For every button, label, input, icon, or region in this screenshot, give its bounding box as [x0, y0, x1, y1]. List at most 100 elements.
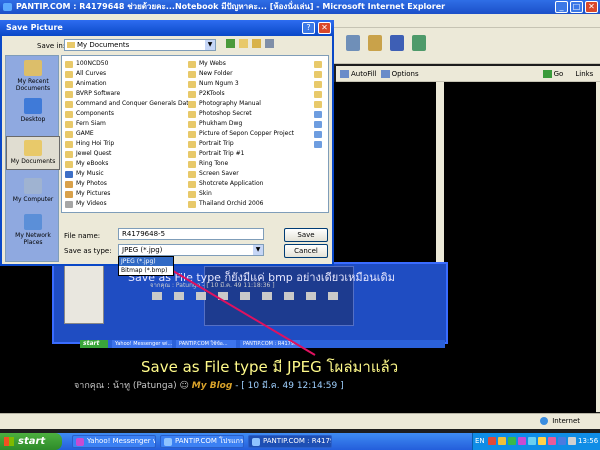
- chevron-down-icon[interactable]: ▼: [253, 245, 263, 255]
- list-item[interactable]: [314, 89, 325, 99]
- autofill-icon: [340, 69, 349, 78]
- list-item[interactable]: My Webs: [188, 59, 294, 69]
- autofill-label: AutoFill: [351, 69, 377, 78]
- file-name-input[interactable]: R4179648-5: [118, 228, 264, 240]
- list-item[interactable]: Phukham Dwg: [188, 119, 294, 129]
- embedded-icon: [306, 292, 316, 300]
- save-in-label: Save in:: [37, 42, 66, 50]
- folder-icon: [188, 180, 196, 188]
- tray-icon[interactable]: [508, 437, 516, 445]
- help-button[interactable]: ?: [302, 22, 315, 34]
- place-my-computer[interactable]: My Computer: [6, 178, 60, 203]
- tray-icon[interactable]: [488, 437, 496, 445]
- maximize-button[interactable]: □: [570, 1, 583, 13]
- tray-icon[interactable]: [548, 437, 556, 445]
- list-item[interactable]: Fern Siam: [65, 119, 192, 129]
- list-item[interactable]: Portrait Trip: [188, 139, 294, 149]
- cancel-button[interactable]: Cancel: [284, 244, 328, 258]
- place-recent-documents[interactable]: My Recent Documents: [6, 60, 60, 92]
- minimize-button[interactable]: _: [555, 1, 568, 13]
- tray-icon[interactable]: [558, 437, 566, 445]
- save-button[interactable]: Save: [284, 228, 328, 242]
- list-item[interactable]: Thailand Orchid 2006: [188, 199, 294, 209]
- type-option-bitmap[interactable]: Bitmap (*.bmp): [119, 266, 173, 275]
- list-item[interactable]: [314, 119, 325, 129]
- list-item[interactable]: [314, 139, 325, 149]
- taskbar-button[interactable]: Yahoo! Messenger wi...: [72, 435, 156, 448]
- autofill-button[interactable]: AutoFill: [340, 69, 377, 78]
- list-item[interactable]: My eBooks: [65, 159, 192, 169]
- tray-icon[interactable]: [498, 437, 506, 445]
- list-item[interactable]: [314, 129, 325, 139]
- type-option-jpeg[interactable]: JPEG (*.jpg): [119, 257, 173, 266]
- folder-icon: [65, 140, 73, 148]
- folder-icon: [188, 150, 196, 158]
- bluetooth-icon[interactable]: [390, 35, 404, 51]
- save-as-type-select[interactable]: JPEG (*.jpg) ▼: [118, 244, 264, 256]
- place-desktop[interactable]: Desktop: [6, 98, 60, 123]
- tray-icon[interactable]: [528, 437, 536, 445]
- go-button[interactable]: Go: [542, 69, 564, 78]
- list-item[interactable]: [314, 99, 325, 109]
- list-item[interactable]: New Folder: [188, 69, 294, 79]
- tray-icon[interactable]: [538, 437, 546, 445]
- go-label: Go: [553, 69, 564, 78]
- tray-icon[interactable]: [518, 437, 526, 445]
- language-indicator[interactable]: EN: [475, 437, 485, 445]
- messenger-icon[interactable]: [412, 35, 426, 51]
- volume-icon[interactable]: [568, 437, 576, 445]
- pict-folder-icon: [65, 190, 73, 198]
- list-item[interactable]: Portrait Trip #1: [188, 149, 294, 159]
- save-in-select[interactable]: My Documents ▼: [64, 39, 216, 51]
- up-folder-icon[interactable]: [239, 39, 248, 48]
- list-item[interactable]: [314, 79, 325, 89]
- list-item[interactable]: Animation: [65, 79, 192, 89]
- list-item[interactable]: My Photos: [65, 179, 192, 189]
- folder-icon: [188, 80, 196, 88]
- chevron-down-icon[interactable]: ▼: [205, 40, 215, 50]
- links-button[interactable]: Links: [575, 70, 593, 78]
- edit-icon[interactable]: [368, 35, 382, 51]
- close-button[interactable]: ✕: [585, 1, 598, 13]
- list-item[interactable]: Jewel Quest: [65, 149, 192, 159]
- list-item[interactable]: Screen Saver: [188, 169, 294, 179]
- list-item[interactable]: Hing Hoi Trip: [65, 139, 192, 149]
- list-item[interactable]: P2KTools: [188, 89, 294, 99]
- list-item[interactable]: Components: [65, 109, 192, 119]
- list-item[interactable]: 100NCD50: [65, 59, 192, 69]
- list-item[interactable]: GAME: [65, 129, 192, 139]
- list-item[interactable]: Photoshop Secret: [188, 109, 294, 119]
- list-item[interactable]: [314, 109, 325, 119]
- place-network-places[interactable]: My Network Places: [6, 214, 60, 246]
- dialog-close-button[interactable]: ✕: [318, 22, 331, 34]
- list-item[interactable]: Photography Manual: [188, 99, 294, 109]
- list-item[interactable]: All Curves: [65, 69, 192, 79]
- blog-link[interactable]: My Blog: [192, 381, 233, 391]
- list-item[interactable]: Picture of Sepon Copper Project: [188, 129, 294, 139]
- options-button[interactable]: Options: [380, 69, 419, 78]
- start-button[interactable]: start: [0, 433, 62, 450]
- list-item-label: GAME: [76, 130, 94, 137]
- list-item[interactable]: [314, 69, 325, 79]
- list-item[interactable]: Command and Conquer Generals Data: [65, 99, 192, 109]
- views-menu-icon[interactable]: [265, 39, 274, 48]
- list-item[interactable]: BVRP Software: [65, 89, 192, 99]
- list-item[interactable]: Shotcrete Application: [188, 179, 294, 189]
- new-folder-icon[interactable]: [252, 39, 261, 48]
- embedded-icon-row: [152, 292, 338, 300]
- list-item[interactable]: Num Ngum 3: [188, 79, 294, 89]
- file-list[interactable]: 100NCD50 All Curves Animation BVRP Software…: [61, 55, 329, 213]
- place-my-documents[interactable]: My Documents: [6, 136, 60, 170]
- list-item[interactable]: Ring Tone: [188, 159, 294, 169]
- print-icon[interactable]: [346, 35, 360, 51]
- list-item[interactable]: Skin: [188, 189, 294, 199]
- ie-icon: [3, 3, 12, 11]
- taskbar-button[interactable]: PANTIP.COM โปรแกรม...: [160, 435, 244, 448]
- taskbar-button-active[interactable]: PANTIP.COM : R4179...: [248, 435, 332, 448]
- folder-icon: [188, 190, 196, 198]
- list-item[interactable]: [314, 59, 325, 69]
- list-item[interactable]: My Videos: [65, 199, 192, 209]
- list-item[interactable]: My Pictures: [65, 189, 192, 199]
- list-item[interactable]: My Music: [65, 169, 192, 179]
- back-icon[interactable]: [226, 39, 235, 48]
